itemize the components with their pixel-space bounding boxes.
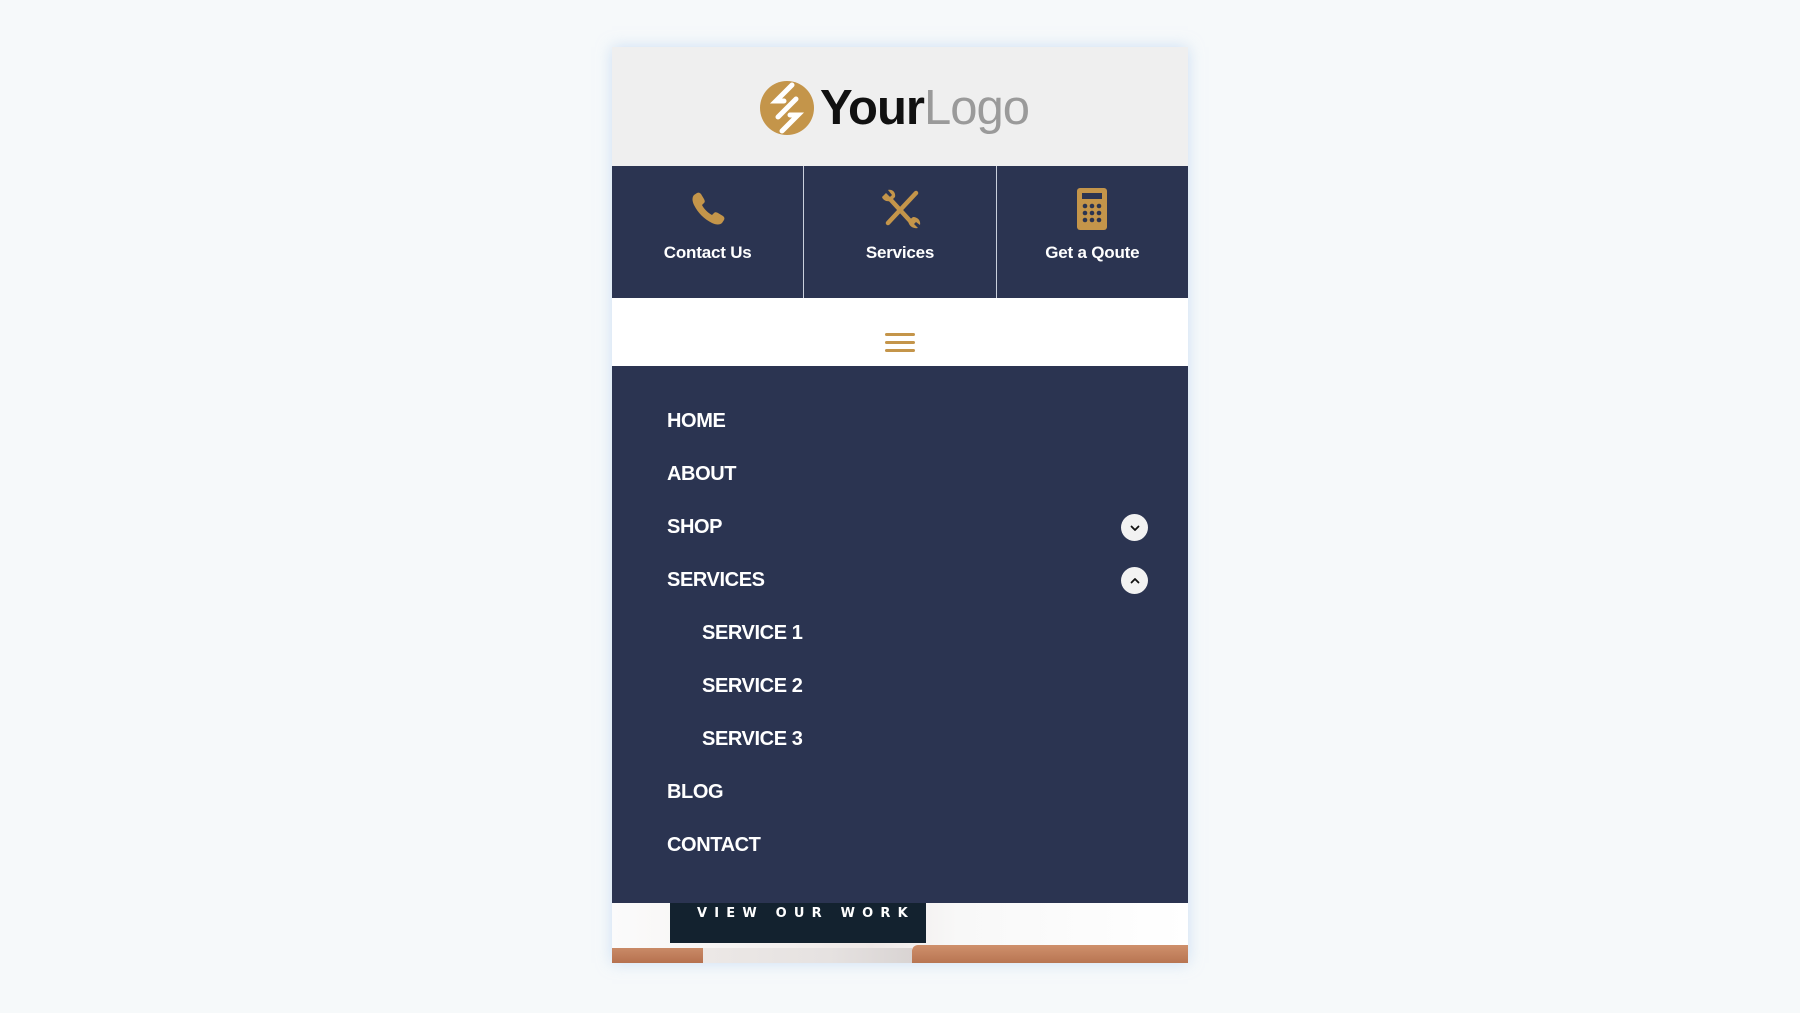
menu-item-label: CONTACT [667, 834, 761, 856]
phone-icon [692, 192, 725, 225]
menu-item-label: SERVICES [667, 569, 765, 591]
menu-item-blog[interactable]: BLOG [612, 766, 1188, 819]
hero-image: VIEW OUR WORK [612, 903, 1188, 963]
logo-wordmark: YourLogo [820, 78, 1030, 138]
quick-nav-services[interactable]: Services [803, 166, 995, 298]
menu-item-shop[interactable]: SHOP [612, 501, 1188, 554]
quick-nav-label: Get a Qoute [1045, 243, 1140, 262]
submenu-toggle-shop[interactable] [1121, 514, 1148, 541]
menu-item-about[interactable]: ABOUT [612, 448, 1188, 501]
mobile-site-preview: YourLogo Contact Us Services Get a Qoute… [612, 47, 1188, 963]
menu-item-label: SERVICE 2 [702, 675, 803, 697]
submenu-item-service-2[interactable]: SERVICE 2 [612, 660, 1188, 713]
site-logo[interactable]: YourLogo [758, 78, 1030, 138]
menu-toggle-bar [612, 298, 1188, 366]
menu-item-label: SERVICE 3 [702, 728, 803, 750]
menu-item-label: ABOUT [667, 463, 737, 485]
tools-icon [881, 189, 921, 229]
hamburger-line [885, 333, 915, 336]
submenu-item-service-1[interactable]: SERVICE 1 [612, 607, 1188, 660]
hero-sofa-left [612, 948, 703, 963]
chevron-down-icon [1130, 525, 1139, 531]
menu-item-label: BLOG [667, 781, 724, 803]
hero-sofa-right [912, 945, 1188, 963]
menu-item-label: HOME [667, 410, 726, 432]
logo-mark-icon [760, 81, 814, 135]
logo-text-strong: Your [820, 81, 925, 135]
logo-text-light: Logo [923, 81, 1030, 135]
menu-item-services[interactable]: SERVICES [612, 554, 1188, 607]
calculator-icon [1077, 188, 1108, 230]
quick-nav-bar: Contact Us Services Get a Qoute [612, 166, 1188, 298]
menu-item-contact[interactable]: CONTACT [612, 819, 1188, 872]
quick-nav-contact-us[interactable]: Contact Us [612, 166, 803, 298]
menu-item-home[interactable]: HOME [612, 395, 1188, 448]
submenu-item-service-3[interactable]: SERVICE 3 [612, 713, 1188, 766]
quick-nav-label: Contact Us [663, 243, 752, 262]
quick-nav-get-a-quote[interactable]: Get a Qoute [995, 166, 1188, 298]
menu-item-label: SHOP [667, 516, 723, 538]
submenu-toggle-services[interactable] [1121, 567, 1148, 594]
hamburger-menu-icon[interactable] [885, 332, 915, 354]
menu-item-label: SERVICE 1 [702, 622, 803, 644]
hamburger-line [885, 341, 915, 344]
hamburger-line [885, 349, 915, 352]
quick-nav-label: Services [865, 243, 935, 262]
mobile-nav-menu: HOME ABOUT SHOP SERVICES SERVICE 1 SERVI… [612, 366, 1188, 903]
hero-cushion [703, 948, 912, 963]
view-our-work-button[interactable]: VIEW OUR WORK [670, 903, 926, 943]
chevron-up-icon [1130, 577, 1139, 583]
site-header: YourLogo [612, 47, 1188, 166]
